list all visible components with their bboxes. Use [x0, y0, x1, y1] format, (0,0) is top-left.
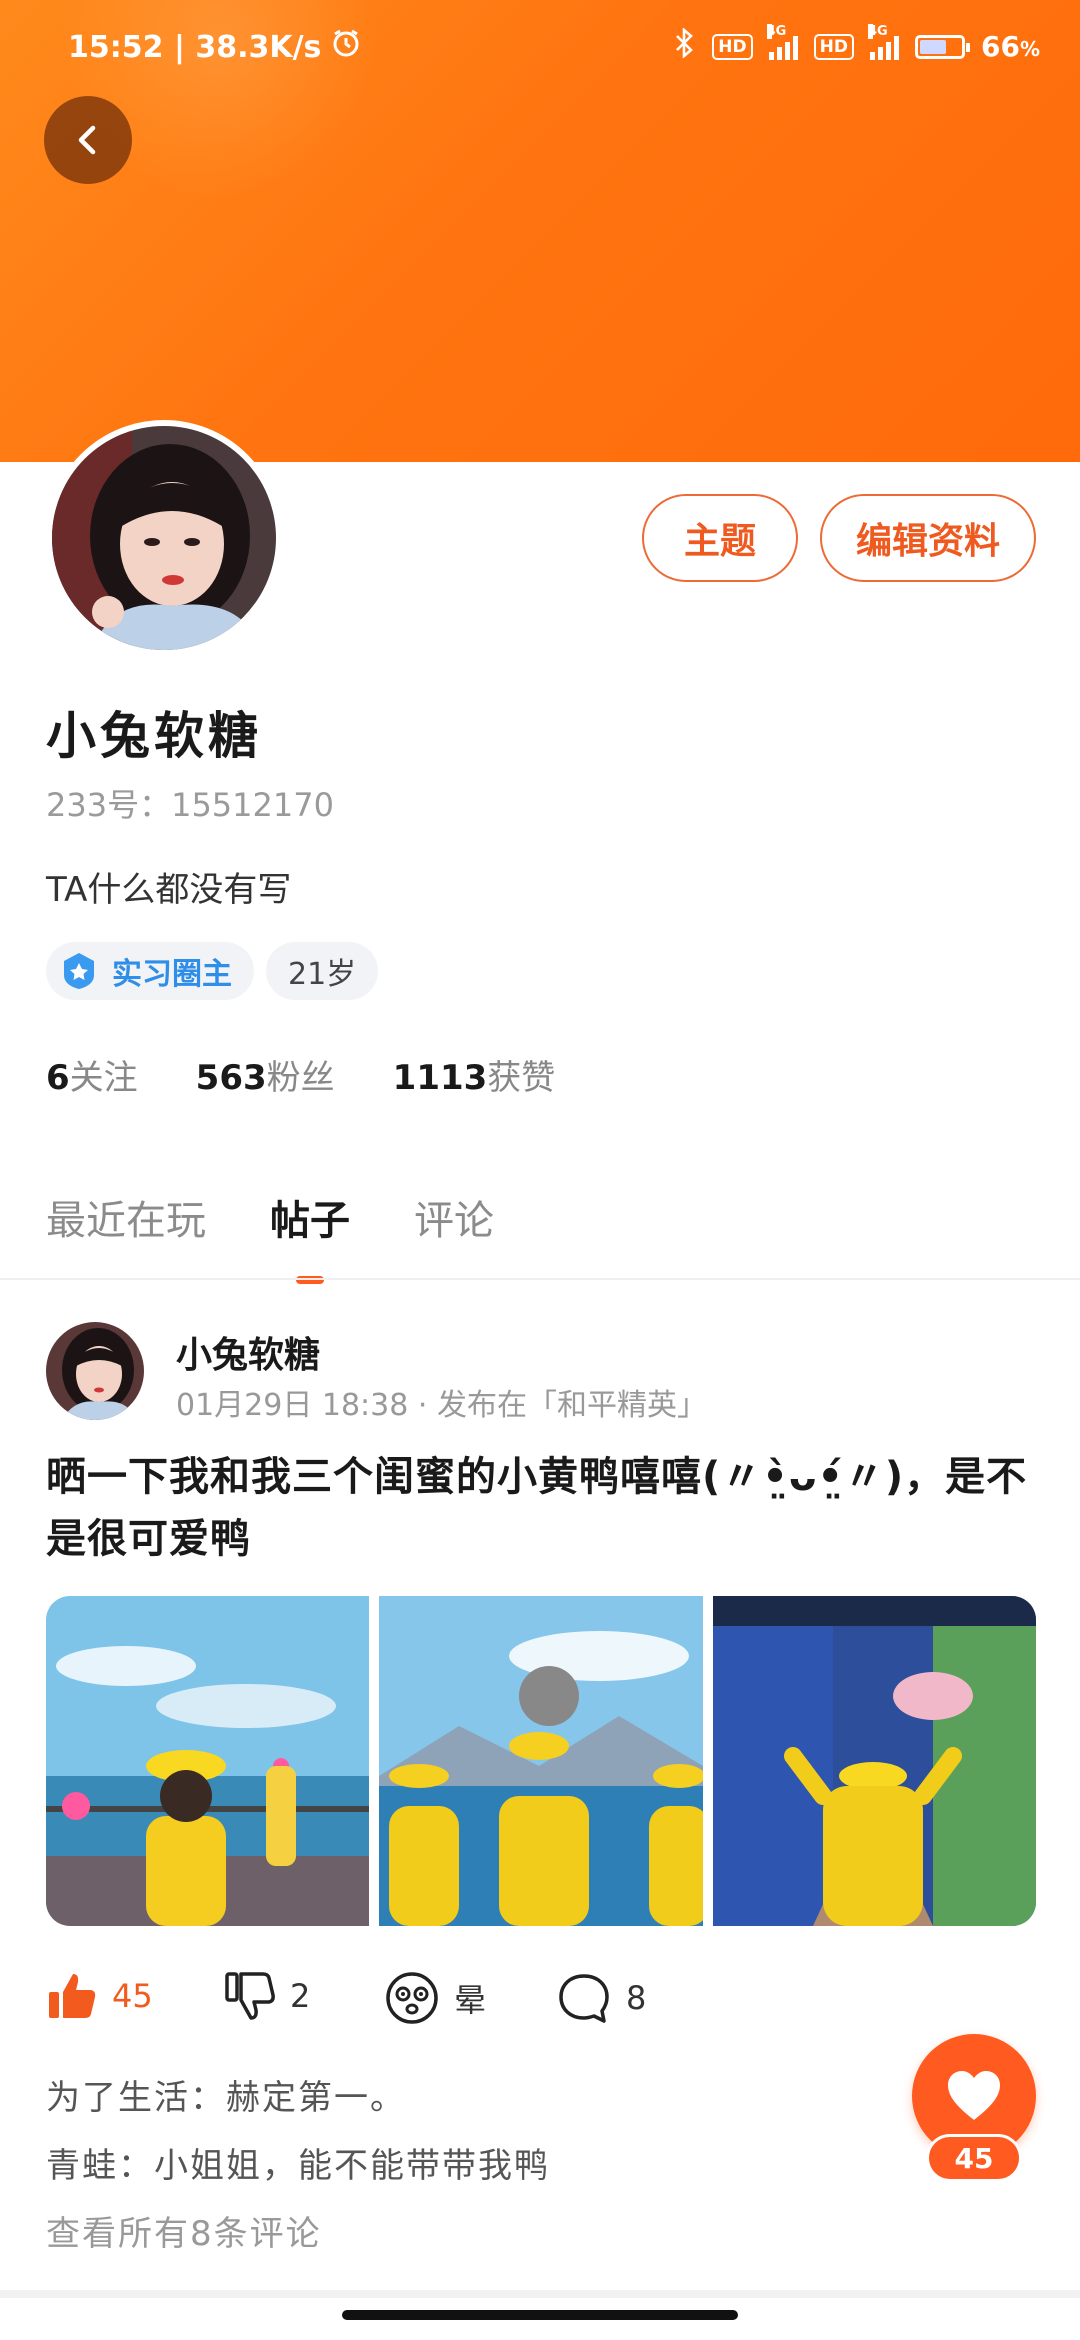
profile-name: 小兔软糖 [46, 707, 262, 765]
role-badge[interactable]: 实习圈主 [46, 942, 254, 1000]
role-badge-label: 实习圈主 [112, 957, 232, 992]
profile-tabs: 最近在玩 帖子 评论 [46, 1188, 494, 1284]
stat-following[interactable]: 6关注 [46, 1050, 138, 1099]
stat-likes[interactable]: 1113获赞 [393, 1050, 556, 1099]
signal-icon-2: 4G [867, 23, 899, 60]
battery-icon [914, 34, 970, 59]
edit-profile-button[interactable]: 编辑资料 [820, 494, 1036, 582]
comments-preview: 为了生活：赫定第一。 青蛙：小姐姐，能不能带带我鸭 查看所有8条评论 [46, 2064, 550, 2268]
profile-bio: TA什么都没有写 [46, 870, 292, 910]
tab-recently-played[interactable]: 最近在玩 [46, 1188, 206, 1246]
dizzy-button[interactable]: 晕 [384, 1970, 486, 2026]
hd-badge-2: HD [813, 33, 854, 60]
profile-tags: 实习圈主 21岁 [46, 942, 379, 1000]
chevron-left-icon [78, 125, 96, 155]
stat-followers[interactable]: 563粉丝 [196, 1050, 335, 1099]
profile-stats: 6关注 563粉丝 1113获赞 [46, 1050, 555, 1099]
comment-button[interactable]: 8 [556, 1970, 646, 2026]
hd-badge: HD [712, 33, 753, 60]
network-type: 4G [766, 23, 787, 39]
signal-icon: 4G [766, 23, 798, 60]
dislike-count: 2 [290, 1977, 311, 2015]
tab-posts[interactable]: 帖子 [270, 1188, 350, 1284]
comment-bubble-icon [559, 1974, 609, 2023]
post-image-2[interactable] [379, 1596, 703, 1926]
alarm-icon [331, 28, 361, 66]
thumbs-up-icon [49, 1974, 96, 2018]
post-image-1[interactable] [46, 1596, 370, 1926]
comment-count: 8 [626, 1979, 647, 2017]
comment-item[interactable]: 为了生活：赫定第一。 [46, 2064, 550, 2132]
status-time: 15:52 | 38.3K/s [68, 29, 322, 65]
like-count: 45 [112, 1977, 153, 2015]
like-button[interactable]: 45 [46, 1970, 153, 2022]
floating-like-count: 45 [926, 2134, 1022, 2182]
age-tag: 21岁 [266, 942, 379, 1000]
post-author-avatar[interactable] [46, 1322, 144, 1420]
dizzy-label: 晕 [454, 1981, 487, 2019]
post-actions: 45 2 晕 8 [46, 1970, 746, 2034]
comment-item[interactable]: 青蛙：小姐姐，能不能带带我鸭 [46, 2132, 550, 2200]
post-image-3[interactable] [712, 1596, 1036, 1926]
dizzy-face-icon [386, 1972, 438, 2024]
profile-uid: 233号：15512170 [46, 786, 334, 824]
badge-shield-icon [64, 953, 94, 989]
network-type-2: 4G [867, 23, 888, 39]
tab-comments[interactable]: 评论 [414, 1188, 494, 1246]
status-bar: 15:52 | 38.3K/s HD 4G HD 4G 66% [0, 0, 1080, 96]
post-images [46, 1596, 1036, 1926]
dislike-button[interactable]: 2 [224, 1970, 310, 2022]
bluetooth-icon [674, 27, 696, 65]
post-text[interactable]: 晒一下我和我三个闺蜜的小黄鸭嘻嘻(〃•̤̀ᴗ•̤́〃)，是不是很可爱鸭 [46, 1446, 1046, 1570]
post-meta: 01月29日 18:38 · 发布在「和平精英」 [176, 1388, 707, 1423]
bottom-separator [0, 2290, 1080, 2298]
view-all-comments-link[interactable]: 查看所有8条评论 [46, 2200, 550, 2268]
profile-avatar[interactable] [46, 420, 282, 656]
back-button[interactable] [44, 96, 132, 184]
heart-icon [948, 2071, 1000, 2120]
battery-level: 66% [980, 30, 1040, 63]
home-indicator[interactable] [342, 2310, 738, 2320]
theme-button[interactable]: 主题 [642, 494, 798, 582]
post-author-name[interactable]: 小兔软糖 [176, 1326, 320, 1378]
tabs-divider [0, 1278, 1080, 1280]
thumbs-down-icon [225, 1972, 275, 2020]
